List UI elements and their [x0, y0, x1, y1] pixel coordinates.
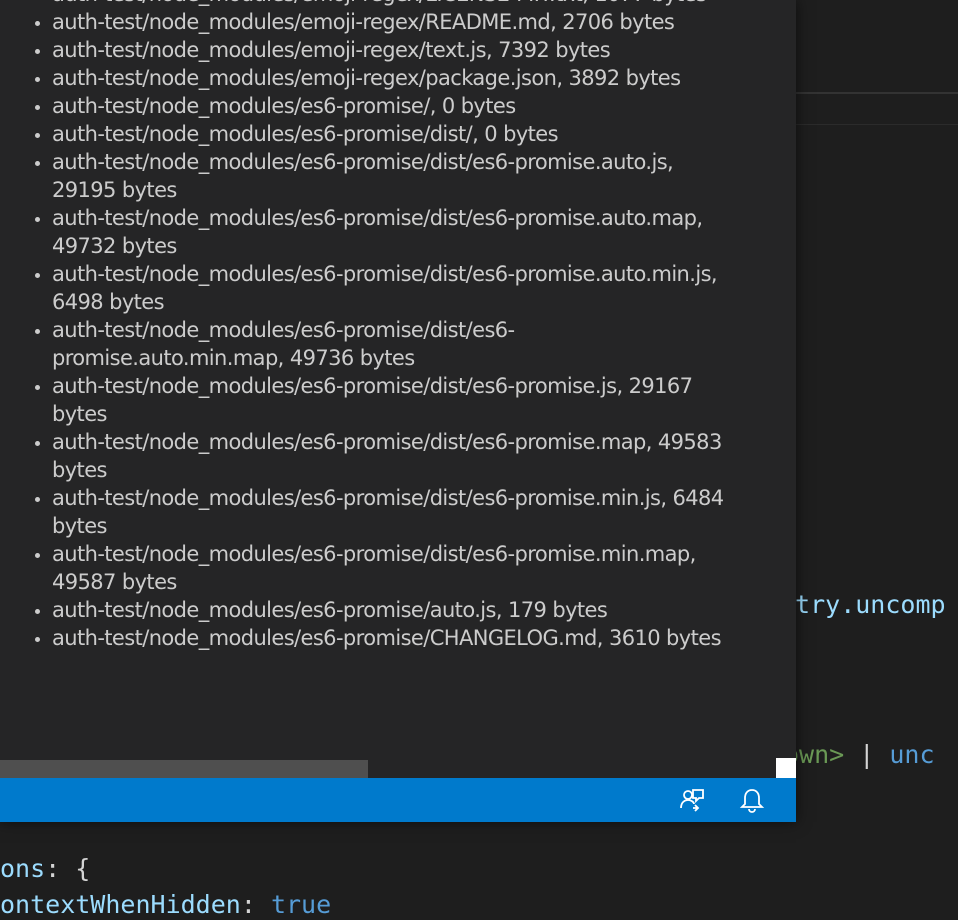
list-item: auth-test/node_modules/es6-promise/dist/…: [52, 204, 742, 260]
code-token: : {: [45, 854, 91, 883]
list-item: auth-test/node_modules/emoji-regex/text.…: [52, 36, 742, 64]
bell-icon[interactable]: [738, 786, 766, 814]
list-item: auth-test/node_modules/emoji-regex/READM…: [52, 8, 742, 36]
list-item: auth-test/node_modules/es6-promise/dist/…: [52, 540, 742, 596]
feedback-icon[interactable]: [678, 786, 706, 814]
list-item: auth-test/node_modules/es6-promise/dist/…: [52, 260, 742, 316]
editor-code-line: ntry.uncomp: [780, 590, 946, 619]
list-item: auth-test/node_modules/es6-promise/dist/…: [52, 316, 742, 372]
scrollbar-corner: [776, 758, 796, 778]
editor-code-line: ontextWhenHidden: true: [0, 890, 331, 920]
status-bar: [0, 778, 796, 822]
editor-tab-border: [796, 124, 958, 125]
editor-tab-border: [796, 92, 958, 94]
file-list: auth-test/node_modules/emoji-regex/LICEN…: [0, 0, 742, 652]
list-item: auth-test/node_modules/es6-promise/dist/…: [52, 484, 742, 540]
file-list-panel: auth-test/node_modules/emoji-regex/LICEN…: [0, 0, 796, 822]
editor-code-line: own> | unc: [784, 740, 935, 770]
file-list-viewport[interactable]: auth-test/node_modules/emoji-regex/LICEN…: [0, 0, 796, 760]
editor-code-line: ons: {: [0, 854, 90, 884]
list-item: auth-test/node_modules/es6-promise/CHANG…: [52, 624, 742, 652]
list-item: auth-test/node_modules/es6-promise/, 0 b…: [52, 92, 742, 120]
list-item: auth-test/node_modules/es6-promise/auto.…: [52, 596, 742, 624]
list-item: auth-test/node_modules/es6-promise/dist/…: [52, 372, 742, 428]
code-token: ons: [0, 854, 46, 883]
code-token: unc: [889, 740, 935, 769]
code-token: true: [270, 890, 332, 919]
horizontal-scrollbar-thumb[interactable]: [0, 760, 368, 778]
code-token: :: [240, 890, 271, 919]
list-item: auth-test/node_modules/es6-promise/dist/…: [52, 148, 742, 204]
list-item: auth-test/node_modules/es6-promise/dist/…: [52, 120, 742, 148]
code-token: |: [844, 740, 890, 769]
list-item: auth-test/node_modules/es6-promise/dist/…: [52, 428, 742, 484]
code-token: ontextWhenHidden: [0, 890, 241, 919]
list-item: auth-test/node_modules/emoji-regex/LICEN…: [52, 0, 742, 8]
list-item: auth-test/node_modules/emoji-regex/packa…: [52, 64, 742, 92]
